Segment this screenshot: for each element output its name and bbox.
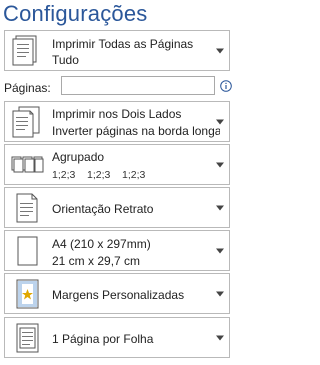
paper-size-label: A4 (210 x 297mm) <box>52 237 151 251</box>
paper-size-dropdown[interactable]: A4 (210 x 297mm) 21 cm x 29,7 cm <box>4 230 230 271</box>
margins-dropdown[interactable]: Margens Personalizadas <box>4 273 230 314</box>
collated-icon <box>11 156 44 172</box>
orientation-dropdown[interactable]: Orientação Retrato <box>4 187 230 228</box>
chevron-down-icon <box>216 119 224 124</box>
print-scope-value: Tudo <box>52 53 79 67</box>
collation-label: Agrupado <box>52 150 105 164</box>
custom-margins-icon <box>16 279 39 308</box>
print-all-pages-icon <box>12 35 37 65</box>
paper-size-icon <box>17 236 38 265</box>
duplex-print-icon <box>12 106 40 137</box>
duplex-value: Inverter páginas na borda longa <box>52 124 220 138</box>
pages-input[interactable] <box>61 76 215 95</box>
chevron-down-icon <box>216 205 224 210</box>
paper-size-value: 21 cm x 29,7 cm <box>52 254 141 268</box>
margins-label: Margens Personalizadas <box>52 288 185 302</box>
print-scope-dropdown[interactable]: Imprimir Todas as Páginas Tudo <box>4 30 230 71</box>
duplex-label: Imprimir nos Dois Lados <box>52 107 182 121</box>
chevron-down-icon <box>216 162 224 167</box>
chevron-down-icon <box>216 248 224 253</box>
print-scope-label: Imprimir Todas as Páginas <box>52 37 194 51</box>
info-icon[interactable] <box>220 80 232 92</box>
pages-label: Páginas: <box>4 81 51 95</box>
chevron-down-icon <box>216 291 224 296</box>
pages-per-sheet-label: 1 Página por Folha <box>52 332 154 346</box>
duplex-dropdown[interactable]: Imprimir nos Dois Lados Inverter páginas… <box>4 101 230 142</box>
page-title: Configurações <box>3 1 148 26</box>
chevron-down-icon <box>216 48 224 53</box>
pages-per-sheet-icon <box>16 323 39 352</box>
pages-per-sheet-dropdown[interactable]: 1 Página por Folha <box>4 317 230 358</box>
orientation-label: Orientação Retrato <box>52 202 154 216</box>
portrait-orientation-icon <box>16 193 38 222</box>
chevron-down-icon <box>216 335 224 340</box>
collation-dropdown[interactable]: Agrupado 1;2;3 1;2;3 1;2;3 <box>4 144 230 185</box>
collation-value: 1;2;3 1;2;3 1;2;3 <box>52 169 146 181</box>
